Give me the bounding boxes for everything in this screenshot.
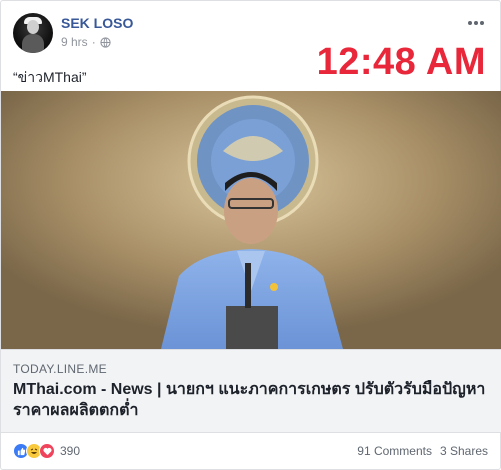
author-name[interactable]: SEK LOSO [61, 15, 133, 31]
engagement-stats: 91 Comments 3 Shares [357, 444, 488, 458]
engagement-bar: 390 91 Comments 3 Shares [1, 433, 501, 469]
reaction-count: 390 [60, 444, 81, 458]
meta-separator: · [91, 35, 96, 49]
globe-icon [100, 36, 111, 48]
link-title[interactable]: MThai.com - News | นายกฯ แนะภาคการเกษตร … [13, 379, 491, 421]
love-icon [39, 443, 55, 459]
post-caption: “ข่าวMThai” [13, 69, 87, 85]
shares-count[interactable]: 3 Shares [440, 444, 488, 458]
post-meta: 9 hrs · [61, 35, 111, 49]
post-card: SEK LOSO 9 hrs · 12:48 AM “ข่าวMThai” TO… [0, 0, 501, 470]
author-avatar[interactable] [13, 13, 53, 53]
link-preview-image[interactable] [1, 91, 501, 349]
more-options-icon[interactable] [466, 15, 486, 31]
link-domain: TODAY.LINE.ME [13, 362, 107, 376]
overlay-clock: 12:48 AM [316, 41, 486, 83]
reactions-summary[interactable]: 390 [13, 443, 80, 459]
comments-count[interactable]: 91 Comments [357, 444, 432, 458]
post-time[interactable]: 9 hrs [61, 35, 88, 49]
link-preview[interactable]: TODAY.LINE.ME MThai.com - News | นายกฯ แ… [1, 349, 501, 433]
